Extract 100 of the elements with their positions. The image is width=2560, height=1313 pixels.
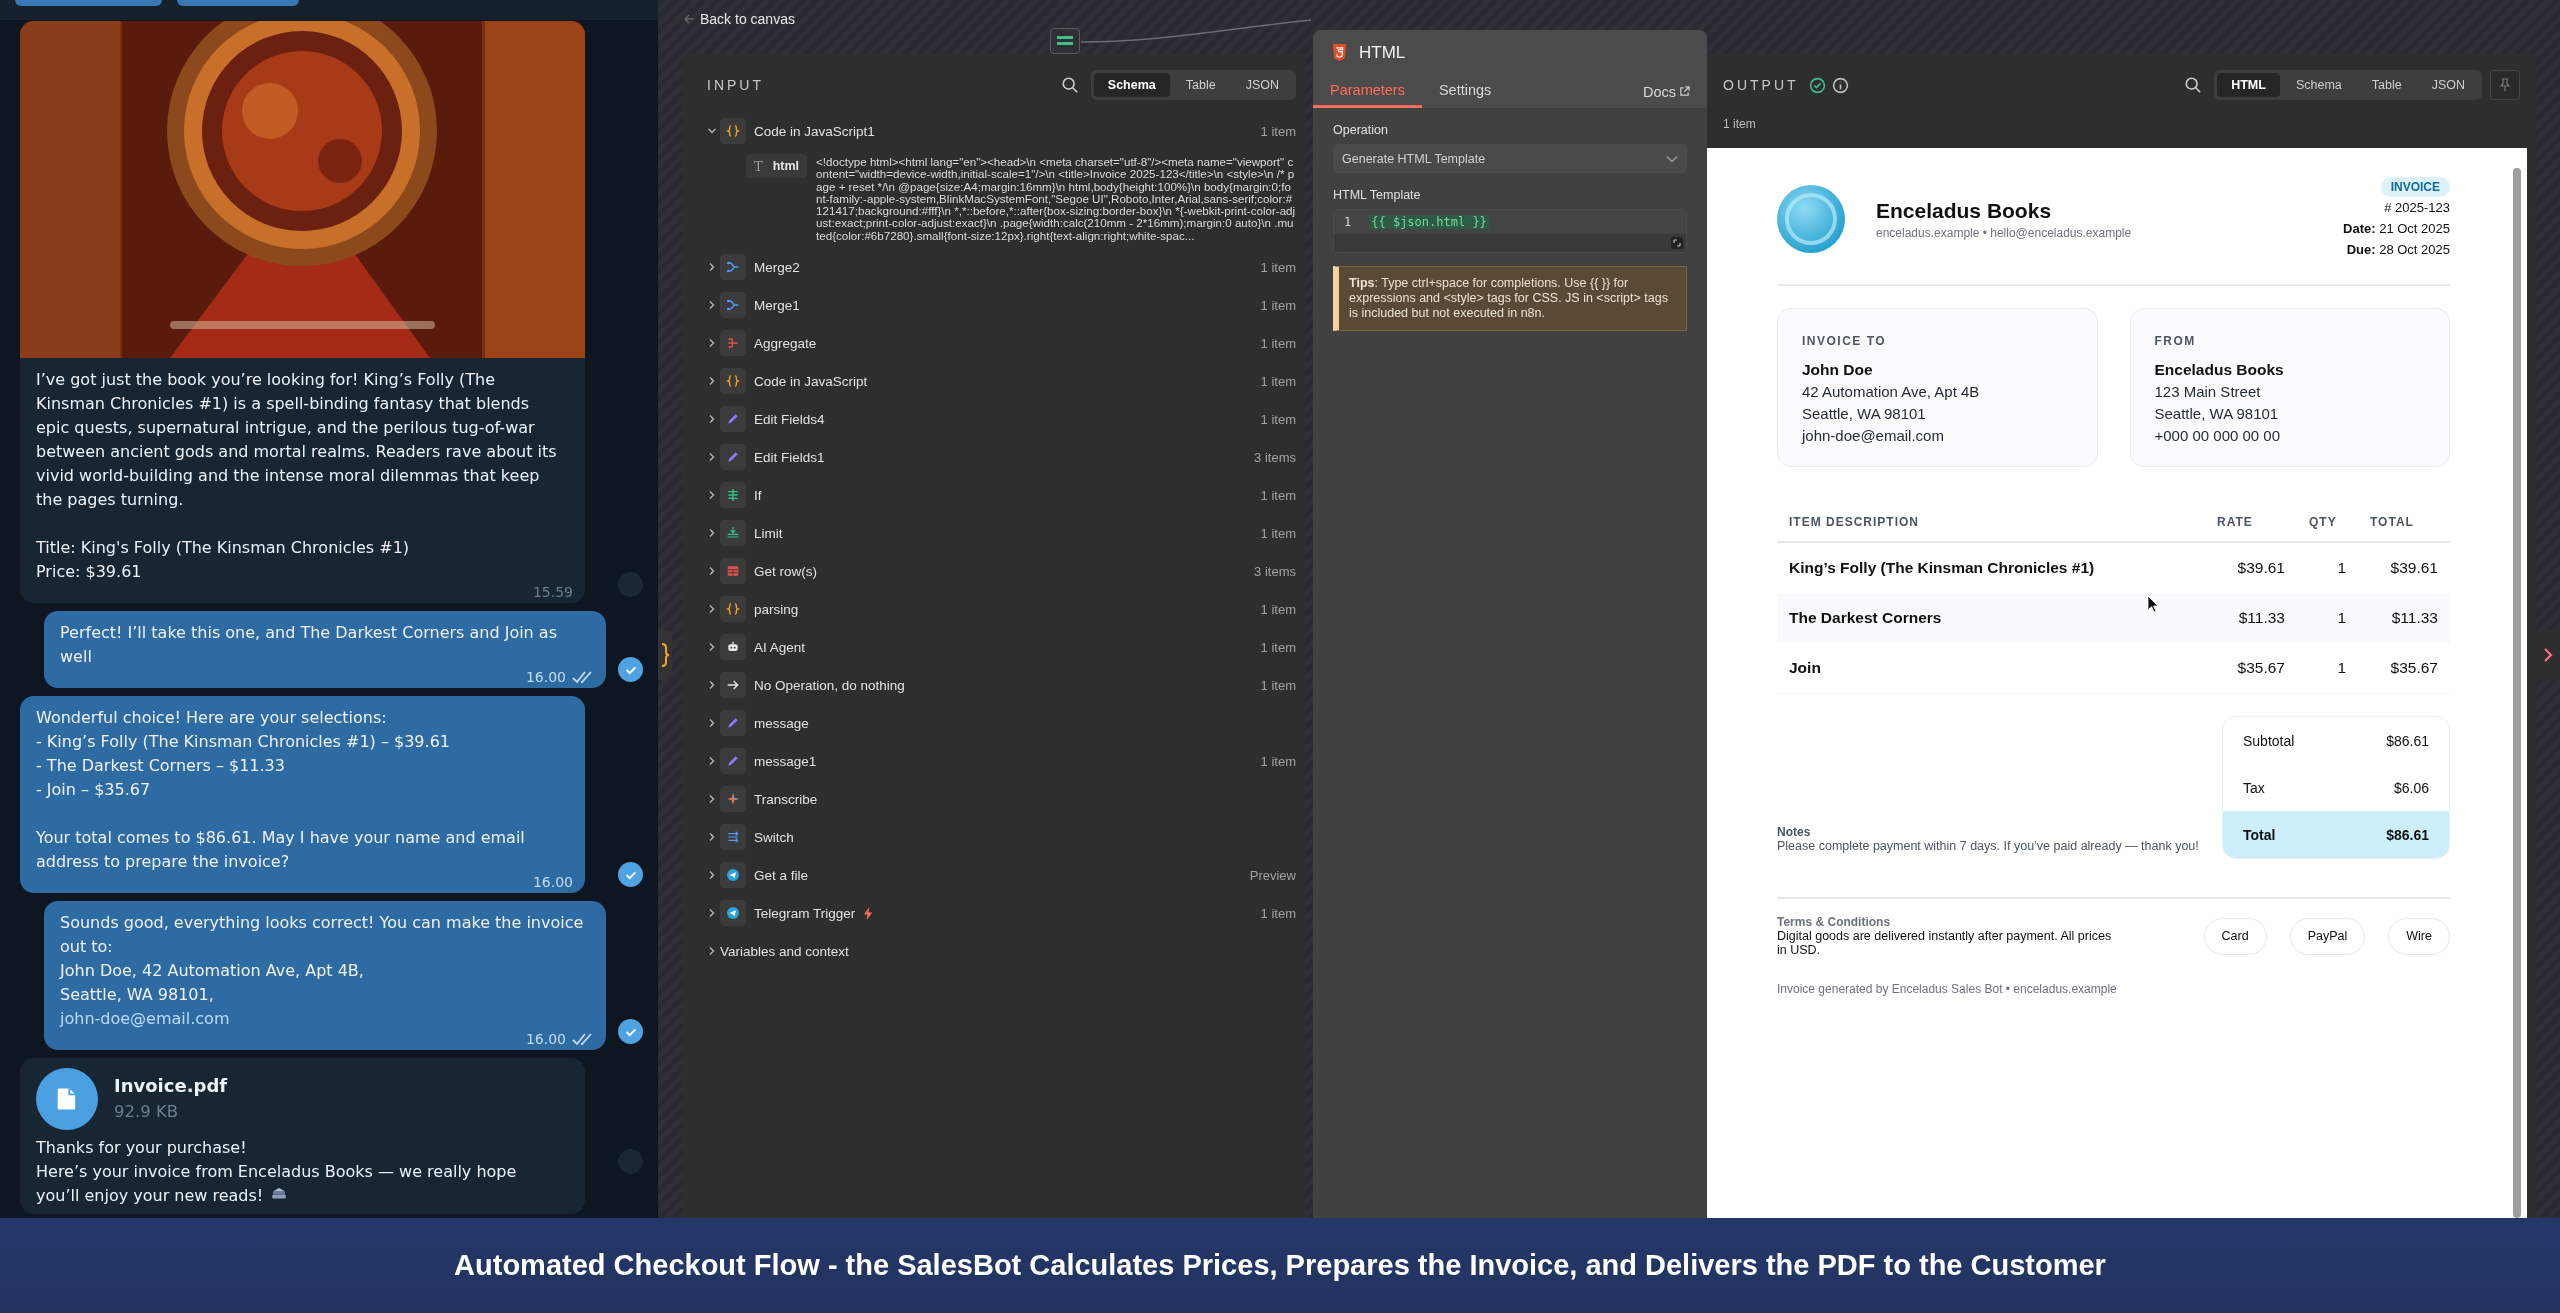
chevron-icon[interactable] bbox=[707, 718, 717, 729]
caret-icon bbox=[1666, 154, 1678, 163]
pencil-icon bbox=[720, 444, 746, 471]
message-time: 16.00 bbox=[525, 669, 566, 685]
paper-plane-icon bbox=[720, 900, 746, 927]
chevron-icon[interactable] bbox=[707, 452, 717, 463]
item-count: 1 item bbox=[1260, 487, 1296, 503]
node-name[interactable]: message1 bbox=[754, 753, 817, 769]
panel-title: HTML bbox=[1359, 42, 1406, 63]
chevron-icon[interactable] bbox=[707, 490, 717, 501]
chevron-icon[interactable] bbox=[707, 946, 717, 957]
node-handle[interactable] bbox=[658, 630, 672, 680]
node-name[interactable]: If bbox=[754, 487, 762, 503]
item-count: 1 item bbox=[1260, 123, 1296, 139]
node-name[interactable]: Get a file bbox=[754, 867, 809, 883]
info-icon bbox=[1831, 76, 1849, 94]
chevron-icon[interactable] bbox=[707, 376, 717, 387]
column-header: RATE bbox=[2216, 515, 2254, 529]
table-cell-text: $11.33 bbox=[2390, 609, 2439, 627]
chevron-icon[interactable] bbox=[707, 126, 717, 136]
search-icon[interactable] bbox=[1060, 76, 1079, 94]
chevron-icon[interactable] bbox=[707, 262, 717, 273]
file-size: 92.9 KB bbox=[114, 1101, 180, 1123]
section-label[interactable]: Variables and context bbox=[720, 943, 849, 959]
back-arrow-icon bbox=[683, 13, 695, 25]
select-checkbox[interactable] bbox=[618, 1019, 643, 1044]
node-name[interactable]: Telegram Trigger bbox=[754, 905, 856, 921]
docs-link[interactable]: Docs bbox=[1642, 75, 1690, 108]
address-line: 123 Main Street bbox=[2154, 382, 2262, 402]
card-heading: INVOICE TO bbox=[1802, 333, 1888, 349]
address-line: john-doe@email.com bbox=[1802, 426, 1945, 446]
chevron-icon[interactable] bbox=[707, 642, 717, 653]
expand-icon[interactable] bbox=[1671, 237, 1683, 249]
select-checkbox[interactable] bbox=[618, 657, 643, 682]
chevron-icon[interactable] bbox=[707, 908, 717, 919]
chevron-icon[interactable] bbox=[707, 832, 717, 843]
node-name[interactable]: No Operation, do nothing bbox=[754, 677, 905, 693]
node-name[interactable]: Code in JavaScript1 bbox=[754, 123, 875, 139]
node-name[interactable]: Edit Fields4 bbox=[754, 411, 825, 427]
item-count: Preview bbox=[1249, 867, 1296, 883]
canvas-node[interactable] bbox=[1050, 28, 1080, 54]
node-name[interactable]: Limit bbox=[754, 525, 783, 541]
html5-icon bbox=[1332, 44, 1347, 61]
node-name[interactable]: Transcribe bbox=[754, 791, 818, 807]
operation-dropdown[interactable]: Generate HTML Template bbox=[1333, 144, 1687, 173]
node-name[interactable]: Merge2 bbox=[754, 259, 800, 275]
chevron-icon[interactable] bbox=[707, 528, 717, 539]
view-tab[interactable]: Schema bbox=[2281, 73, 2356, 97]
node-name[interactable]: Code in JavaScript bbox=[754, 373, 868, 389]
back-link[interactable]: Back to canvas bbox=[683, 8, 795, 30]
chevron-icon[interactable] bbox=[707, 300, 717, 311]
tab[interactable]: Settings bbox=[1421, 75, 1509, 108]
chevron-icon[interactable] bbox=[707, 794, 717, 805]
terms-text: Digital goods are delivered instantly after payment. All prices in USD. bbox=[1777, 929, 2113, 957]
notes-heading: Notes bbox=[1777, 825, 1812, 839]
party-name: John Doe bbox=[1802, 360, 1874, 380]
chevron-icon[interactable] bbox=[707, 680, 717, 691]
item-count: 3 items bbox=[1254, 563, 1296, 579]
table-cell-text: The Darkest Corners bbox=[1788, 609, 1943, 627]
switch-icon bbox=[720, 824, 746, 851]
table-cell-text: 1 bbox=[2336, 659, 2347, 677]
node-name[interactable]: Get row(s) bbox=[754, 563, 817, 579]
chevron-icon[interactable] bbox=[707, 338, 717, 349]
view-tab[interactable]: Table bbox=[2357, 73, 2416, 97]
pencil-icon bbox=[720, 406, 746, 433]
view-tab[interactable]: Schema bbox=[1093, 73, 1170, 97]
chevron-icon[interactable] bbox=[707, 870, 717, 881]
node-name[interactable]: Merge1 bbox=[754, 297, 800, 313]
address-line: +000 00 000 00 00 bbox=[2154, 426, 2282, 446]
node-name[interactable]: Edit Fields1 bbox=[754, 449, 825, 465]
node-name[interactable]: AI Agent bbox=[754, 639, 806, 655]
node-name[interactable]: parsing bbox=[754, 601, 799, 617]
view-tab[interactable]: JSON bbox=[2417, 73, 2479, 97]
email-link[interactable]: john-doe@email.com bbox=[44, 1007, 246, 1031]
expand-button[interactable] bbox=[2535, 630, 2560, 680]
chevron-icon[interactable] bbox=[707, 756, 717, 767]
item-count: 1 item bbox=[1260, 335, 1296, 351]
item-count: 1 item bbox=[1260, 411, 1296, 427]
pencil-icon bbox=[720, 710, 746, 737]
code-editor[interactable]: 1 {{ $json.html }} bbox=[1333, 209, 1687, 253]
merge-icon bbox=[720, 292, 746, 319]
chevron-icon[interactable] bbox=[707, 604, 717, 615]
scrollbar[interactable] bbox=[2513, 168, 2521, 1218]
table-cell-text: 1 bbox=[2336, 559, 2347, 577]
node-name[interactable]: message bbox=[754, 715, 809, 731]
total-value: $86.61 bbox=[2386, 732, 2429, 749]
view-tab[interactable]: HTML bbox=[2217, 73, 2280, 97]
search-icon[interactable] bbox=[2184, 76, 2203, 94]
view-tab[interactable]: Table bbox=[1171, 73, 1230, 97]
node-name[interactable]: Aggregate bbox=[754, 335, 817, 351]
select-checkbox[interactable] bbox=[618, 862, 643, 887]
field-value: <!doctype html><html lang="en"><head>\n <meta charset="utf-8"/><meta name="viewport" content="width=device-width,initial-scale=1"/>\n <title>Invoice 2025-123</title>\n <style>\n /* page + reset */\n @page{size:A4;margin:16mm}\n html,body{height:100%}\n body{margin:0;font-family:-apple-system,BlinkMacSystemFont,"Segoe UI",Roboto,Inter,Arial,sans-serif;color:#121417;background:#fff}\n *,*::before,*::after{box-sizing:border-box}\n *{-webkit-print-color-adjust:exact;print-color-adjust:exact}\n .page{width:calc(210mm - 2*16mm);margin:0 auto}\n .muted{color:#6b7280}.small{font-size:12px}.right{text-align:right;white-spac... bbox=[816, 154, 1296, 243]
message-text: Thanks for your purchase! Here’s your invoice from Enceladus Books — we really hope you’ll enjoy your new reads! bbox=[35, 1137, 518, 1207]
node-name[interactable]: Switch bbox=[754, 829, 794, 845]
item-count: 1 item bbox=[1260, 525, 1296, 541]
field-label: Operation bbox=[1333, 123, 1389, 137]
panel-title: INPUT bbox=[707, 77, 765, 93]
chevron-icon[interactable] bbox=[707, 414, 717, 425]
view-tab[interactable]: JSON bbox=[1231, 73, 1293, 97]
chevron-icon[interactable] bbox=[707, 566, 717, 577]
